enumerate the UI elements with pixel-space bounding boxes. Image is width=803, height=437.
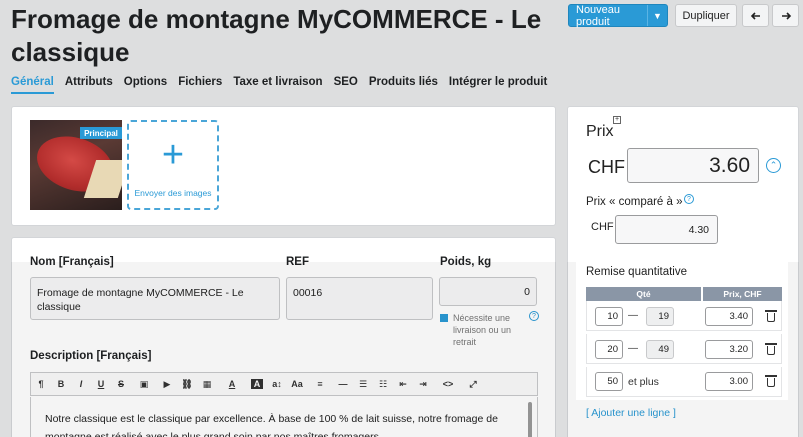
compare-price-input[interactable]: 4.30 [615, 215, 718, 244]
horizontal-line-icon[interactable]: — [333, 379, 353, 389]
underline-icon[interactable]: U [91, 379, 111, 389]
range-dash: — [628, 310, 638, 321]
add-line-link[interactable]: [ Ajouter une ligne ] [586, 407, 676, 419]
main-image-badge: Principal [80, 127, 122, 139]
range-dash: — [628, 343, 638, 354]
align-icon[interactable]: ≡ [307, 379, 333, 389]
editor-scrollbar[interactable] [528, 402, 532, 437]
chevron-down-icon[interactable]: ▼ [647, 5, 667, 26]
trash-icon[interactable] [765, 310, 777, 322]
description-editor[interactable]: Notre classique est le classique par exc… [30, 397, 538, 437]
description-label: Description [Français] [30, 350, 152, 362]
table-icon[interactable]: ▦ [197, 379, 217, 390]
ref-input[interactable]: 00016 [286, 277, 433, 320]
new-product-label: Nouveau produit [576, 3, 621, 28]
duplicate-button[interactable]: Dupliquer [675, 4, 737, 27]
qty-from-input[interactable]: 20 [595, 340, 623, 359]
price-input[interactable]: 3.60 [627, 148, 759, 183]
font-color-icon[interactable]: A [217, 379, 247, 389]
price-column-header: Prix, CHF [703, 287, 782, 301]
chevron-up-icon[interactable]: ⌃ [766, 158, 781, 173]
tab-attributes[interactable]: Attributs [65, 76, 113, 94]
tab-files[interactable]: Fichiers [178, 76, 222, 94]
qty-to-value: 49 [646, 340, 674, 359]
upload-images-button[interactable]: + Envoyer des images [127, 120, 219, 210]
help-icon[interactable]: ? [529, 311, 539, 321]
price-currency: CHF [588, 157, 625, 177]
table-row: 10 — 19 3.40 [586, 301, 782, 331]
plus-square-icon[interactable]: + [613, 116, 621, 124]
indent-icon[interactable]: ⇥ [413, 379, 433, 390]
tab-tax-shipping[interactable]: Taxe et livraison [233, 76, 322, 94]
qty-column-header: Qté [586, 287, 701, 301]
fullscreen-icon[interactable]: ⤢ [463, 379, 483, 390]
table-row: 50 et plus 3.00 [586, 367, 782, 397]
code-view-icon[interactable]: <> [433, 379, 463, 389]
editor-toolbar: ¶ B I U S ▣ ▶ ⛓ ▦ A A a↕ Aa ≡ — ☰ ☷ ⇤ ⇥ … [30, 372, 538, 396]
bold-icon[interactable]: B [51, 379, 71, 389]
help-icon[interactable]: ? [684, 194, 694, 204]
qty-to-value: 19 [646, 307, 674, 326]
numbered-list-icon[interactable]: ☷ [373, 379, 393, 390]
shipping-checkbox-label: Nécessite une livraison ou un retrait [453, 313, 512, 347]
arrow-left-icon[interactable] [742, 4, 769, 27]
outdent-icon[interactable]: ⇤ [393, 379, 413, 390]
ref-label: REF [286, 256, 309, 268]
font-size-icon[interactable]: a↕ [267, 379, 287, 389]
shipping-checkbox[interactable] [440, 314, 448, 322]
discount-price-input[interactable]: 3.00 [705, 372, 753, 391]
upload-label: Envoyer des images [134, 188, 212, 198]
table-row: 20 — 49 3.20 [586, 334, 782, 364]
weight-label: Poids, kg [440, 256, 492, 268]
quantity-discount-header: Qté Prix, CHF [586, 287, 782, 301]
name-label: Nom [Français] [30, 256, 114, 268]
quantity-discount-title: Remise quantitative [586, 266, 687, 278]
trash-icon[interactable] [765, 375, 777, 387]
italic-icon[interactable]: I [71, 379, 91, 389]
tab-embed-product[interactable]: Intégrer le produit [449, 76, 547, 94]
bullet-list-icon[interactable]: ☰ [353, 379, 373, 390]
tab-bar: Général Attributs Options Fichiers Taxe … [11, 76, 558, 94]
tab-related-products[interactable]: Produits liés [369, 76, 438, 94]
and-more-label: et plus [628, 376, 659, 388]
plus-icon: + [161, 134, 185, 176]
trash-icon[interactable] [765, 343, 777, 355]
new-product-button[interactable]: Nouveau produit ▼ [568, 3, 668, 28]
page-title: Fromage de montagne MyCOMMERCE - Le clas… [11, 4, 542, 67]
link-icon[interactable]: ⛓ [177, 379, 197, 390]
arrow-right-icon[interactable] [772, 4, 799, 27]
font-family-icon[interactable]: Aa [287, 379, 307, 389]
tab-options[interactable]: Options [124, 76, 167, 94]
compare-price-currency: CHF [591, 221, 614, 233]
name-input[interactable]: Fromage de montagne MyCOMMERCE - Le clas… [30, 277, 280, 320]
qty-from-input[interactable]: 50 [595, 372, 623, 391]
discount-price-input[interactable]: 3.20 [705, 340, 753, 359]
tab-seo[interactable]: SEO [334, 76, 358, 94]
image-icon[interactable]: ▣ [131, 379, 157, 390]
video-icon[interactable]: ▶ [157, 379, 177, 390]
paragraph-icon[interactable]: ¶ [31, 379, 51, 389]
qty-from-input[interactable]: 10 [595, 307, 623, 326]
background-color-icon[interactable]: A [251, 379, 263, 389]
strikethrough-icon[interactable]: S [111, 379, 131, 389]
compare-price-label: Prix « comparé à » [586, 196, 683, 208]
weight-input[interactable]: 0 [439, 277, 537, 306]
discount-price-input[interactable]: 3.40 [705, 307, 753, 326]
tab-general[interactable]: Général [11, 76, 54, 94]
price-label: Prix [586, 123, 614, 140]
